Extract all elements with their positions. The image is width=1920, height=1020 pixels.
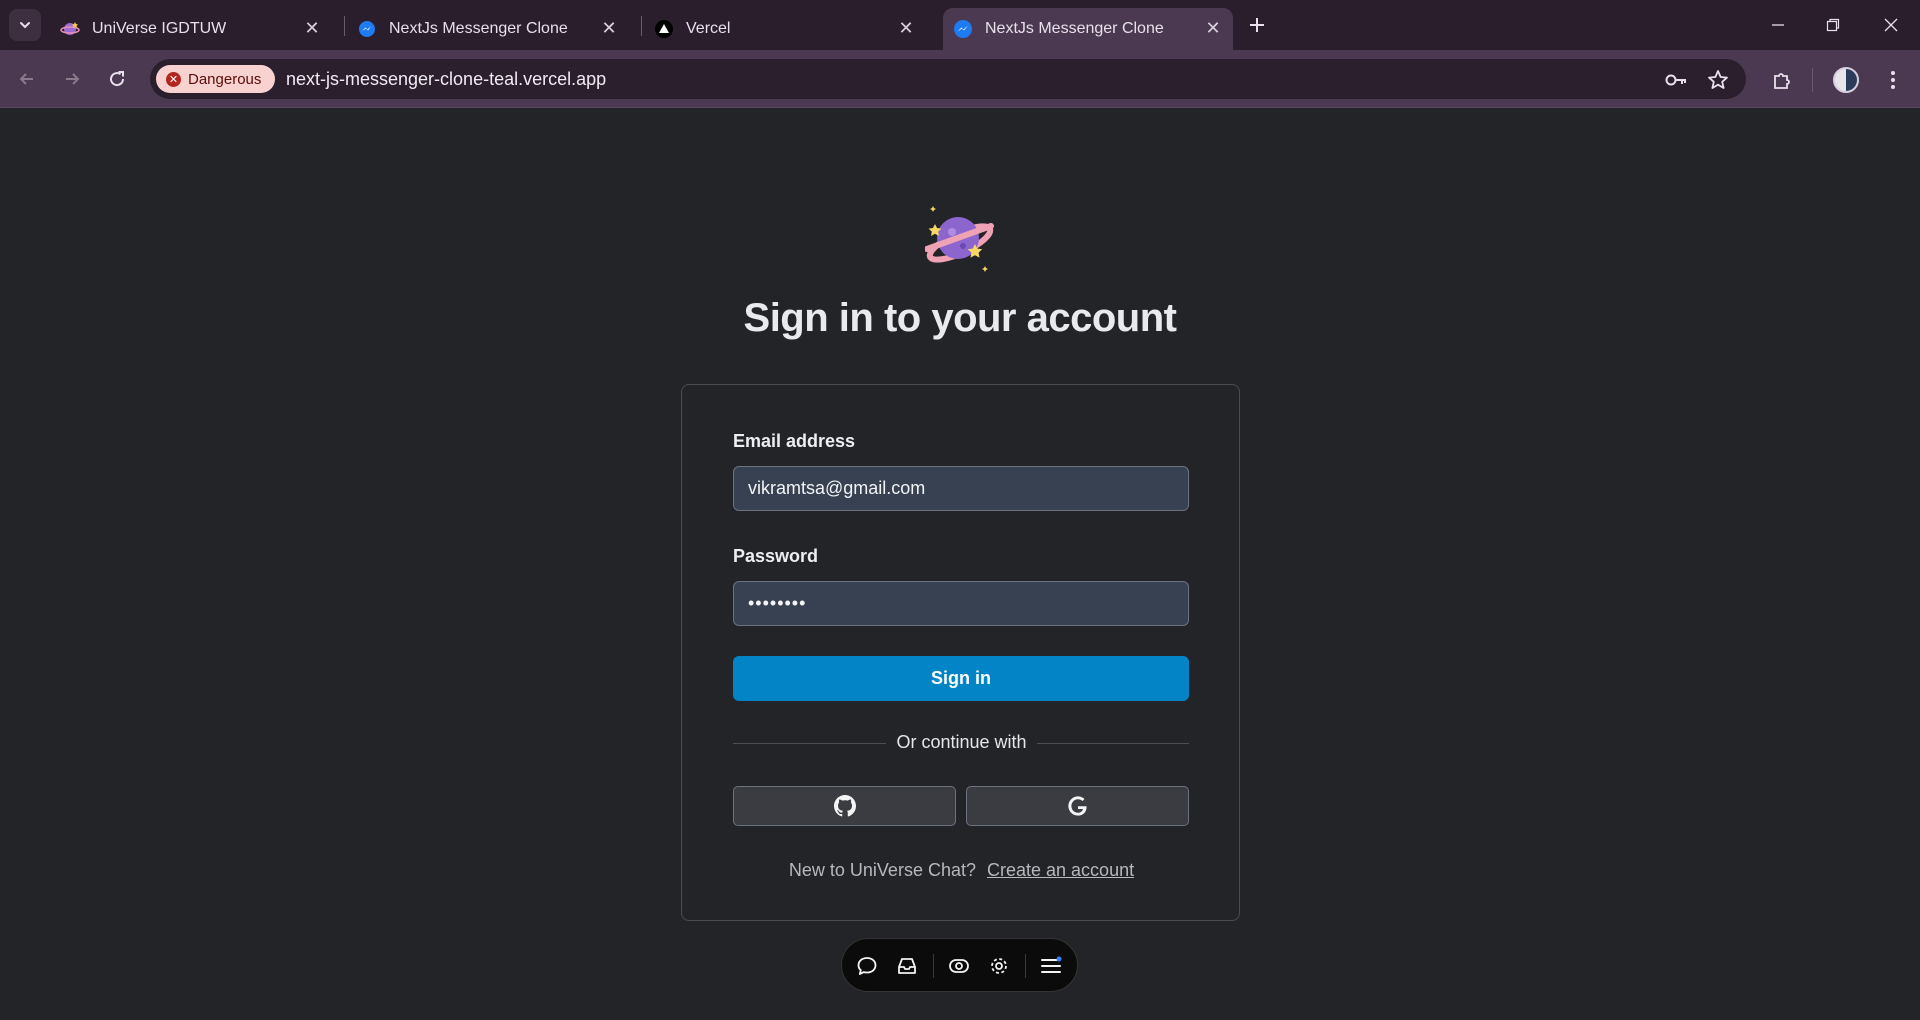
- tab-vercel[interactable]: Vercel ✕: [654, 8, 926, 50]
- reload-icon: [110, 71, 125, 87]
- close-icon[interactable]: ✕: [1203, 18, 1223, 38]
- divider-label: Or continue with: [886, 732, 1037, 752]
- tab-title: UniVerse IGDTUW: [92, 20, 227, 37]
- create-account-link[interactable]: Create an account: [987, 860, 1134, 880]
- password-field[interactable]: ••••••••: [733, 581, 1189, 626]
- signup-prompt-text: New to UniVerse Chat?: [788, 860, 976, 880]
- universe-favicon-icon: [60, 19, 80, 39]
- toolbar-divider: [933, 954, 934, 978]
- bookmark-button[interactable]: [1706, 68, 1730, 92]
- new-tab-button[interactable]: [1244, 12, 1270, 38]
- settings-icon: [991, 958, 1007, 974]
- star-icon: [1708, 70, 1728, 89]
- close-icon[interactable]: ✕: [302, 18, 322, 38]
- password-key-button[interactable]: [1664, 68, 1688, 92]
- preview-toggle-button[interactable]: [947, 954, 971, 978]
- tab-messenger-clone[interactable]: NextJs Messenger Clone ✕: [357, 8, 629, 50]
- settings-button[interactable]: [987, 954, 1011, 978]
- google-signin-button[interactable]: [966, 786, 1189, 826]
- back-button[interactable]: [14, 66, 40, 92]
- close-icon[interactable]: ✕: [599, 18, 619, 38]
- signin-button[interactable]: Sign in: [733, 656, 1189, 701]
- browser-toolbar: ✕ Dangerous next-js-messenger-clone-teal…: [0, 50, 1920, 108]
- key-icon: [1665, 74, 1686, 86]
- divider-text: Or continue with: [682, 732, 1241, 753]
- close-icon: [1884, 18, 1898, 32]
- restore-icon: [1826, 18, 1840, 32]
- signup-prompt: New to UniVerse Chat? Create an account: [682, 860, 1241, 881]
- forward-button[interactable]: [59, 66, 85, 92]
- page-title: Sign in to your account: [743, 296, 1177, 340]
- google-icon: [1067, 796, 1087, 816]
- inbox-button[interactable]: [895, 954, 919, 978]
- menu-icon: [1041, 956, 1062, 973]
- minimize-button[interactable]: [1763, 10, 1793, 40]
- more-vertical-icon: [1891, 71, 1895, 89]
- tab-title: NextJs Messenger Clone: [985, 20, 1164, 37]
- vercel-favicon-icon: [654, 19, 674, 39]
- restore-button[interactable]: [1818, 10, 1848, 40]
- messenger-favicon-icon: [357, 19, 377, 39]
- extensions-button[interactable]: [1768, 66, 1796, 94]
- profile-button[interactable]: [1832, 66, 1860, 94]
- comment-icon: [857, 957, 877, 975]
- tab-universe-igdtuw[interactable]: UniVerse IGDTUW ✕: [60, 8, 332, 50]
- password-label: Password: [733, 546, 819, 566]
- warning-x-icon: ✕: [166, 71, 181, 87]
- toolbar-divider: [1025, 954, 1026, 978]
- email-field[interactable]: vikramtsa@gmail.com: [733, 466, 1189, 511]
- chevron-down-icon: [20, 22, 30, 29]
- toolbar-divider: [1812, 68, 1813, 92]
- tab-title: Vercel: [686, 20, 731, 37]
- github-signin-button[interactable]: [733, 786, 956, 826]
- plus-icon: [1250, 18, 1264, 32]
- inbox-icon: [898, 958, 916, 974]
- floating-toolbar: [841, 938, 1078, 992]
- puzzle-icon: [1774, 73, 1790, 89]
- security-chip-label: Dangerous: [188, 70, 262, 88]
- close-icon[interactable]: ✕: [896, 18, 916, 38]
- minimize-icon: [1772, 24, 1784, 26]
- signin-card: Email address vikramtsa@gmail.com Passwo…: [681, 384, 1240, 921]
- messenger-favicon-icon: [953, 19, 973, 39]
- tab-divider: [344, 16, 345, 36]
- browser-menu-button[interactable]: [1879, 66, 1907, 94]
- reload-button[interactable]: [104, 66, 130, 92]
- github-icon: [833, 795, 856, 817]
- avatar: [1833, 67, 1859, 93]
- arrow-left-icon: [19, 73, 33, 85]
- security-warning-chip[interactable]: ✕ Dangerous: [156, 65, 276, 93]
- menu-button[interactable]: [1039, 954, 1063, 978]
- tab-search-button[interactable]: [9, 9, 41, 41]
- tab-divider: [641, 16, 642, 36]
- address-bar[interactable]: ✕ Dangerous next-js-messenger-clone-teal…: [150, 59, 1746, 99]
- tab-title: NextJs Messenger Clone: [389, 20, 568, 37]
- url-text[interactable]: next-js-messenger-clone-teal.vercel.app: [286, 69, 606, 90]
- tab-messenger-clone-active[interactable]: NextJs Messenger Clone ✕: [943, 8, 1233, 50]
- close-window-button[interactable]: [1876, 10, 1906, 40]
- eye-toggle-icon: [949, 959, 969, 973]
- email-label: Email address: [733, 431, 856, 451]
- universe-logo-icon: [924, 204, 995, 274]
- tab-strip: UniVerse IGDTUW ✕ NextJs Messenger Clone…: [0, 0, 1920, 50]
- comment-button[interactable]: [855, 954, 879, 978]
- arrow-right-icon: [66, 73, 80, 85]
